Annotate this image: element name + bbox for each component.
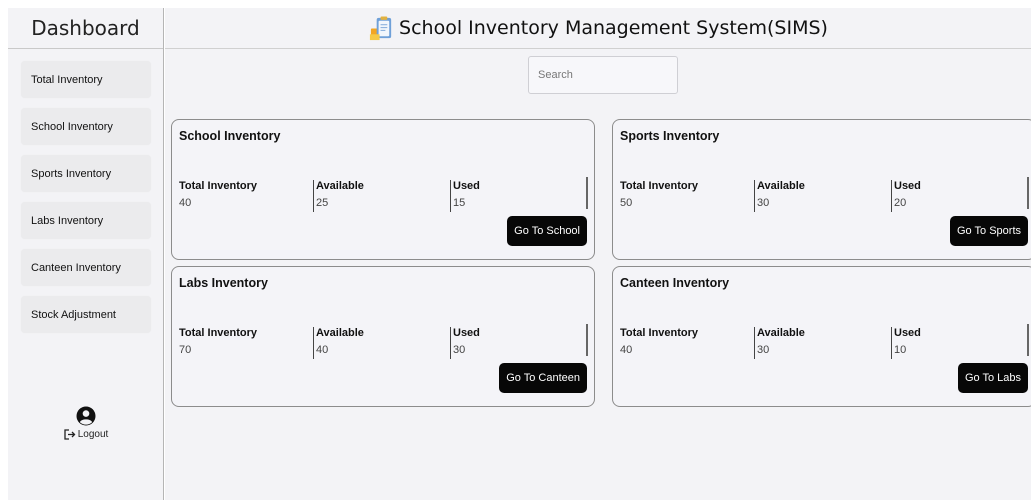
- school-inventory-card: School Inventory Total Inventory 40 Avai…: [171, 119, 595, 260]
- card-title: Sports Inventory: [620, 129, 720, 143]
- labs-inventory-card: Labs Inventory Total Inventory 70 Availa…: [171, 266, 595, 407]
- divider: [1027, 324, 1029, 356]
- stat-total: Total Inventory 40: [179, 180, 316, 212]
- header: School Inventory Management System(SIMS): [165, 8, 1031, 49]
- search-input[interactable]: [528, 56, 678, 94]
- sidebar-item-school-inventory[interactable]: School Inventory: [21, 108, 151, 145]
- logout-button[interactable]: Logout: [64, 429, 109, 440]
- stat-label: Available: [316, 327, 364, 339]
- stat-available: Available 30: [754, 327, 891, 359]
- stat-value: 40: [179, 197, 192, 209]
- stat-value: 30: [757, 344, 770, 356]
- stat-used: Used 30: [450, 327, 587, 359]
- card-title: Canteen Inventory: [620, 276, 730, 290]
- stat-value: 25: [316, 197, 329, 209]
- stat-label: Available: [757, 180, 805, 192]
- canteen-inventory-card: Canteen Inventory Total Inventory 40 Ava…: [612, 266, 1031, 407]
- sidebar-item-labs-inventory[interactable]: Labs Inventory: [21, 202, 151, 239]
- sidebar-title: Dashboard: [8, 8, 163, 49]
- stat-value: 30: [453, 344, 466, 356]
- stat-value: 40: [316, 344, 329, 356]
- stat-total: Total Inventory 70: [179, 327, 316, 359]
- divider: [586, 324, 588, 356]
- go-to-school-button[interactable]: Go To School: [507, 216, 587, 246]
- card-title: Labs Inventory: [179, 276, 268, 290]
- logout-section: Logout: [8, 406, 164, 443]
- stat-available: Available 30: [754, 180, 891, 212]
- go-to-labs-button[interactable]: Go To Labs: [957, 363, 1028, 393]
- sidebar: Dashboard Total Inventory School Invento…: [8, 8, 164, 500]
- go-to-canteen-button[interactable]: Go To Canteen: [499, 363, 587, 393]
- sidebar-item-canteen-inventory[interactable]: Canteen Inventory: [21, 249, 151, 286]
- stat-value: 30: [757, 197, 770, 209]
- stat-available: Available 25: [313, 180, 450, 212]
- stat-value: 70: [179, 344, 192, 356]
- stat-label: Used: [894, 180, 921, 192]
- sidebar-nav: Total Inventory School Inventory Sports …: [8, 49, 163, 333]
- stat-label: Used: [453, 180, 480, 192]
- user-circle-icon[interactable]: [76, 406, 96, 426]
- stat-used: Used 20: [891, 180, 1028, 212]
- stat-label: Total Inventory: [620, 327, 699, 339]
- stat-label: Available: [316, 180, 364, 192]
- stat-used: Used 10: [891, 327, 1028, 359]
- stat-label: Total Inventory: [179, 327, 258, 339]
- sports-inventory-card: Sports Inventory Total Inventory 50 Avai…: [612, 119, 1031, 260]
- logout-label: Logout: [77, 429, 109, 440]
- sidebar-item-total-inventory[interactable]: Total Inventory: [21, 61, 151, 98]
- stat-value: 10: [894, 344, 907, 356]
- main-content: School Inventory Management System(SIMS)…: [165, 8, 1031, 500]
- stat-used: Used 15: [450, 180, 587, 212]
- stat-total: Total Inventory 40: [620, 327, 757, 359]
- go-to-sports-button[interactable]: Go To Sports: [950, 216, 1028, 246]
- divider: [586, 177, 588, 209]
- sidebar-item-sports-inventory[interactable]: Sports Inventory: [21, 155, 151, 192]
- sidebar-item-stock-adjustment[interactable]: Stock Adjustment: [21, 296, 151, 333]
- stat-label: Total Inventory: [620, 180, 699, 192]
- page-title: School Inventory Management System(SIMS): [399, 17, 828, 39]
- stat-value: 50: [620, 197, 633, 209]
- stat-label: Used: [453, 327, 480, 339]
- stat-value: 40: [620, 344, 633, 356]
- stat-label: Total Inventory: [179, 180, 258, 192]
- logout-icon: [64, 429, 76, 440]
- clipboard-logo-icon: [369, 15, 392, 40]
- card-title: School Inventory: [179, 129, 281, 143]
- stat-total: Total Inventory 50: [620, 180, 757, 212]
- stat-available: Available 40: [313, 327, 450, 359]
- stat-label: Used: [894, 327, 921, 339]
- stat-label: Available: [757, 327, 805, 339]
- stat-value: 15: [453, 197, 466, 209]
- divider: [1027, 177, 1029, 209]
- stat-value: 20: [894, 197, 907, 209]
